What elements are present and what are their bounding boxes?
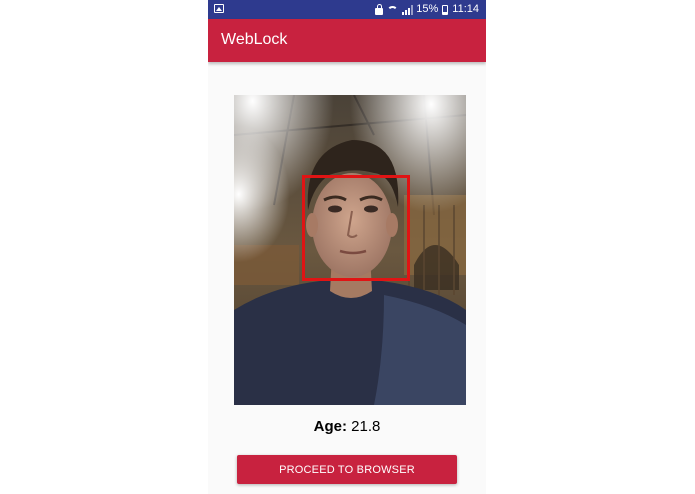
lock-icon (375, 3, 384, 15)
status-bar: 15% 11:14 (208, 0, 486, 19)
signal-icon (402, 4, 414, 15)
age-label: Age: (313, 418, 347, 435)
app-bar: WebLock (208, 19, 486, 62)
proceed-to-browser-button[interactable]: PROCEED TO BROWSER (237, 455, 457, 484)
battery-percent: 15% (416, 3, 439, 15)
clock: 11:14 (452, 3, 479, 15)
face-detection-box (302, 175, 410, 281)
age-result: Age: 21.8 (208, 418, 486, 435)
app-title: WebLock (221, 31, 288, 48)
age-value: 21.8 (351, 418, 381, 435)
camera-photo (234, 95, 466, 405)
status-icons: 15% 11:14 (375, 2, 479, 17)
image-notification-icon (214, 4, 224, 13)
phone-screen: 15% 11:14 WebLock Age: 21.8 PROCEED TO B… (208, 0, 486, 494)
wifi-icon (387, 6, 399, 17)
battery-icon (442, 4, 449, 15)
